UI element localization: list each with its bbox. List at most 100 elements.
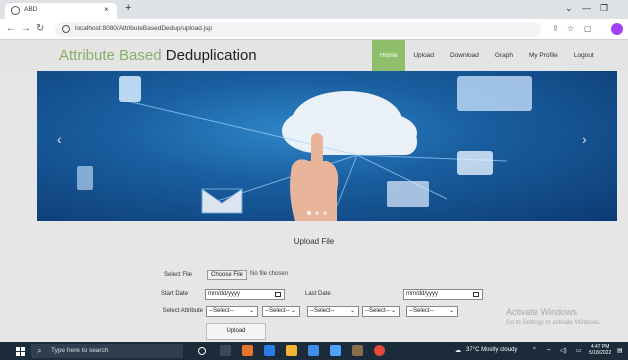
attribute-select-5[interactable]: --Select-- ⌄ [406, 306, 458, 317]
last-date-label: Last Date [305, 291, 331, 297]
new-tab-button[interactable]: + [125, 3, 131, 14]
envelope-icon [201, 188, 243, 214]
nav-item-upload[interactable]: Upload [405, 40, 442, 71]
profile-avatar[interactable] [611, 23, 623, 35]
chrome-icon[interactable] [374, 345, 385, 356]
activate-windows-title: Activate Windows [506, 307, 578, 317]
maximize-button[interactable]: ❐ [600, 3, 608, 14]
select-value: --Select-- [265, 308, 290, 314]
site-title-accent: Attribute Based [59, 47, 162, 64]
nav-item-graph[interactable]: Graph [487, 40, 521, 71]
widgets-icon[interactable] [220, 345, 231, 356]
cloud-icon [282, 91, 417, 155]
tab-close-button[interactable]: × [104, 5, 109, 14]
carousel-dot[interactable] [323, 211, 327, 215]
start-date-placeholder: mm/dd/yyyy [208, 291, 241, 297]
side-panel-icon[interactable]: ▢ [584, 24, 592, 33]
monitor-icon [457, 76, 532, 111]
site-title-rest: Deduplication [161, 47, 257, 64]
bookmark-star-icon[interactable]: ☆ [567, 24, 574, 33]
select-value: --Select-- [365, 308, 390, 314]
nav-item-logout[interactable]: Logout [566, 40, 602, 71]
tab-title: ABD [24, 6, 38, 13]
attribute-select-1[interactable]: --Select-- ⌄ [206, 306, 258, 317]
select-value: --Select-- [209, 308, 234, 314]
back-icon[interactable]: ← [6, 23, 16, 34]
upload-button[interactable]: Upload [206, 323, 266, 340]
nav-item-download[interactable]: Download [442, 40, 487, 71]
reload-icon[interactable]: ↻ [36, 23, 44, 34]
site-title: Attribute Based Deduplication [59, 47, 257, 64]
chevron-down-icon: ⌄ [248, 308, 254, 314]
tray-chevron-icon[interactable]: ^ [533, 347, 536, 353]
taskbar-search-placeholder: Type here to search [51, 347, 109, 354]
choose-file-button[interactable]: Choose File [207, 270, 248, 280]
phone-icon [77, 166, 93, 190]
notification-icon[interactable]: ▤ [617, 347, 623, 354]
attribute-select-3[interactable]: --Select-- ⌄ [307, 306, 359, 317]
calendar-icon[interactable] [473, 292, 479, 297]
task-view-icon[interactable] [198, 347, 206, 355]
last-date-placeholder: mm/dd/yyyy [406, 291, 439, 297]
select-attribute-label: Select Attribute [162, 308, 203, 314]
nav-item-my-profile[interactable]: My Profile [521, 40, 566, 71]
taskbar-clock[interactable]: 4:47 PM 5/18/2022 [589, 344, 611, 356]
browser-tab[interactable]: ABD × [5, 3, 117, 19]
edge-icon[interactable] [264, 345, 275, 356]
attribute-select-4[interactable]: --Select-- ⌄ [362, 306, 400, 317]
carousel-dot[interactable] [315, 211, 319, 215]
calendar-icon[interactable] [275, 292, 281, 297]
minimize-button[interactable]: — [582, 3, 591, 13]
search-icon: ⌕ [37, 346, 42, 355]
start-date-label: Start Date [160, 291, 188, 297]
main-nav: Home Upload Download Graph My Profile Logout [372, 40, 602, 71]
upload-file-heading: Upload File [293, 237, 335, 246]
web-page: Attribute Based Deduplication Home Upload… [0, 40, 628, 342]
tab-search-icon[interactable]: ⌄ [565, 3, 573, 14]
address-bar-row: ← → ↻ localhost:8080/AttributeBasedDedup… [0, 19, 628, 40]
start-date-input[interactable]: mm/dd/yyyy [205, 289, 285, 300]
chevron-down-icon: ⌄ [290, 308, 296, 314]
select-file-label: Select File [163, 272, 192, 278]
chevron-down-icon: ⌄ [390, 308, 396, 314]
activate-windows-subtitle: Go to Settings to activate Windows. [506, 320, 601, 326]
laptop-icon [387, 181, 429, 207]
chevron-down-icon: ⌄ [448, 308, 454, 314]
url-text: localhost:8080/AttributeBasedDedup/uploa… [75, 25, 212, 32]
url-field[interactable]: localhost:8080/AttributeBasedDedup/uploa… [55, 22, 541, 37]
carousel-next-arrow[interactable]: › [582, 131, 587, 147]
network-icon[interactable]: ⌔ [546, 347, 552, 355]
windows-start-icon[interactable] [16, 347, 25, 356]
hero-banner: ‹ › [37, 71, 617, 221]
nav-item-home[interactable]: Home [372, 40, 406, 71]
mail-icon[interactable] [330, 345, 341, 356]
tablet-icon [119, 76, 141, 102]
chat-bubble-icon [457, 151, 493, 175]
file-status-text: No file chosen [250, 271, 289, 277]
attribute-select-2[interactable]: --Select-- ⌄ [262, 306, 300, 317]
chevron-down-icon: ⌄ [349, 308, 355, 314]
carousel-dot[interactable] [307, 211, 311, 215]
select-value: --Select-- [310, 308, 335, 314]
site-header: Attribute Based Deduplication Home Upload… [0, 40, 628, 71]
clock-date: 5/18/2022 [589, 350, 612, 356]
globe-icon [11, 6, 20, 15]
select-value: --Select-- [409, 308, 434, 314]
site-info-icon[interactable] [62, 25, 70, 33]
carousel-dots [307, 211, 327, 215]
store-icon[interactable] [308, 345, 319, 356]
app-icon[interactable] [352, 345, 363, 356]
weather-icon[interactable]: ☁ [455, 347, 461, 354]
cloud-computing-illustration [77, 76, 532, 221]
battery-icon[interactable]: ▭ [576, 347, 582, 354]
share-icon[interactable]: ⇪ [552, 24, 559, 33]
browser-tab-strip: ABD × + ⌄ — ❐ [0, 0, 628, 19]
last-date-input[interactable]: mm/dd/yyyy [403, 289, 483, 300]
carousel-prev-arrow[interactable]: ‹ [57, 131, 62, 147]
app-icon[interactable] [242, 345, 253, 356]
forward-icon[interactable]: → [21, 23, 31, 34]
file-explorer-icon[interactable] [286, 345, 297, 356]
weather-text[interactable]: 37°C Mostly cloudy [466, 347, 517, 353]
taskbar-search-box[interactable]: ⌕ Type here to search [31, 344, 183, 358]
volume-icon[interactable]: ◁) [560, 347, 567, 354]
